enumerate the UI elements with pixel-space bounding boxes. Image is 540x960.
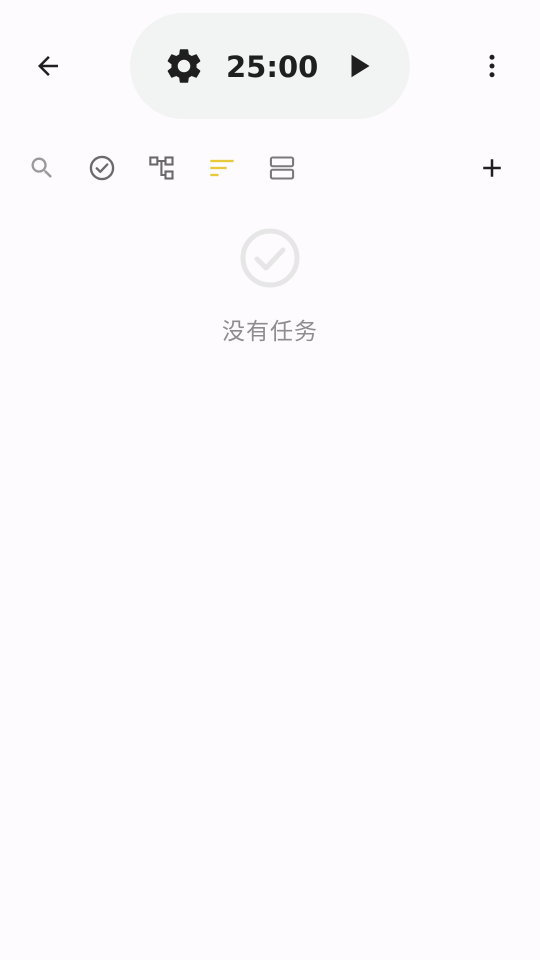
back-button[interactable] — [24, 42, 72, 90]
plus-icon — [483, 159, 501, 177]
sort-button[interactable] — [198, 144, 246, 192]
completed-filter-button[interactable] — [78, 144, 126, 192]
timer-settings-button[interactable] — [160, 42, 208, 90]
empty-message: 没有任务 — [222, 319, 318, 345]
hierarchy-icon — [149, 156, 174, 180]
hierarchy-view-button[interactable] — [138, 144, 186, 192]
timer-play-button[interactable] — [335, 42, 383, 90]
gear-icon — [167, 49, 201, 83]
timer-display: 25:00 — [226, 50, 319, 84]
play-icon — [351, 54, 370, 78]
check-circle-icon — [89, 155, 115, 181]
check-circle-icon — [240, 228, 300, 288]
arrow-left-icon — [38, 56, 58, 76]
add-task-button[interactable] — [468, 144, 516, 192]
search-icon — [31, 157, 52, 178]
empty-state: 没有任务 — [0, 226, 540, 346]
sort-lines-icon — [210, 159, 234, 177]
more-vertical-icon — [489, 54, 495, 78]
pomodoro-timer-panel: 25:00 — [130, 13, 410, 119]
search-button[interactable] — [18, 144, 66, 192]
layout-rows-icon — [269, 156, 295, 180]
layout-toggle-button[interactable] — [258, 144, 306, 192]
more-options-button[interactable] — [468, 42, 516, 90]
